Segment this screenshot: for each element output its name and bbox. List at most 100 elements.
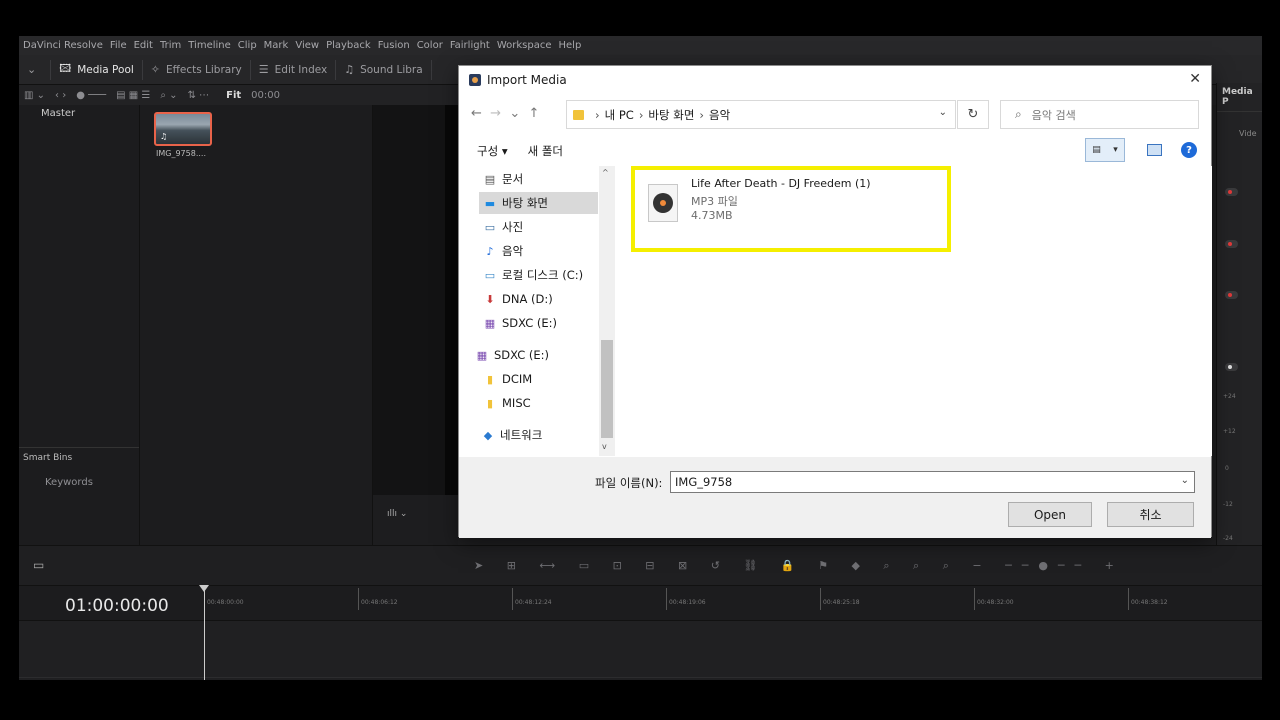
- edit-index-button[interactable]: ☰ Edit Index: [251, 59, 337, 80]
- nav-item-music[interactable]: ♪ 음악: [483, 240, 603, 262]
- music-note-icon: ♫: [160, 132, 168, 141]
- thumb-size-slider[interactable]: ● ───: [76, 90, 106, 101]
- inspector-title: Media P: [1217, 83, 1262, 112]
- recent-dropdown-icon[interactable]: ⌄: [505, 106, 520, 121]
- scroll-down-icon[interactable]: v: [602, 442, 607, 451]
- menu-help[interactable]: Help: [559, 40, 582, 51]
- search-input[interactable]: ⌕ 음악 검색: [1000, 100, 1199, 129]
- keywords-bin[interactable]: Keywords: [23, 477, 135, 488]
- menu-playback[interactable]: Playback: [326, 40, 371, 51]
- nav-item-sdxc[interactable]: ▦ SDXC (E:): [483, 312, 603, 334]
- organize-button[interactable]: 구성 ▾: [477, 143, 508, 159]
- eq-scale-mid1: +12: [1223, 428, 1236, 435]
- playhead[interactable]: [199, 585, 209, 680]
- eq-scale-top: +24: [1223, 393, 1236, 400]
- up-arrow-icon[interactable]: ↑: [524, 106, 540, 121]
- cancel-button[interactable]: 취소: [1107, 502, 1194, 527]
- eq-scale-bottom: -24: [1223, 535, 1233, 542]
- nav-item-network[interactable]: ◆ 네트워크: [481, 424, 601, 446]
- help-icon[interactable]: ?: [1181, 142, 1197, 158]
- scroll-up-icon[interactable]: ^: [602, 168, 609, 177]
- view-options-button[interactable]: ▤ ▾: [1085, 138, 1125, 162]
- filename-input[interactable]: IMG_9758 ⌄: [670, 471, 1195, 493]
- menu-fairlight[interactable]: Fairlight: [450, 40, 490, 51]
- menu-edit[interactable]: Edit: [134, 40, 153, 51]
- search-icon[interactable]: ⌕ ⌄: [160, 90, 177, 101]
- menu-workspace[interactable]: Workspace: [497, 40, 552, 51]
- viewer-controls: ıllı ⌄: [373, 495, 458, 545]
- chevron-down-icon[interactable]: ⌄: [939, 107, 947, 118]
- folder-icon: ▮: [486, 396, 494, 410]
- nav-item-pictures[interactable]: ▭ 사진: [483, 216, 603, 238]
- nav-item-local-disk[interactable]: ▭ 로컬 디스크 (C:): [483, 264, 603, 286]
- preview-pane-button[interactable]: [1147, 144, 1162, 156]
- menu-clip[interactable]: Clip: [238, 40, 257, 51]
- nav-label: 네트워크: [500, 428, 543, 442]
- viewer-timecode: 00:00: [251, 89, 280, 101]
- menu-file[interactable]: File: [110, 40, 127, 51]
- file-name: Life After Death - DJ Freedem (1): [691, 177, 871, 190]
- back-arrow-icon[interactable]: ←: [471, 106, 482, 121]
- menu-trim[interactable]: Trim: [160, 40, 181, 51]
- menu-color[interactable]: Color: [417, 40, 443, 51]
- audio-waveform-icon[interactable]: ıllı ⌄: [387, 509, 407, 519]
- media-pool-icon: 🖾: [59, 62, 72, 75]
- forward-arrow-icon[interactable]: →: [486, 106, 501, 121]
- effects-library-button[interactable]: ✧ Effects Library: [143, 59, 251, 80]
- breadcrumb-music[interactable]: 음악: [709, 107, 730, 123]
- breadcrumb-this-pc[interactable]: 내 PC: [605, 107, 634, 123]
- document-icon: ▤: [484, 172, 496, 186]
- ruler-tick: 00:48:19:06: [666, 588, 706, 610]
- nav-item-sdxc-root[interactable]: ▦ SDXC (E:): [475, 344, 595, 366]
- list-view-icon[interactable]: ▤ ▦ ☰: [116, 90, 150, 101]
- desktop-icon: ▬: [484, 196, 496, 210]
- menu-view[interactable]: View: [295, 40, 319, 51]
- timeline-toolbar: ▭ ➤ ⊞ ⟷ ▭ ⊡ ⊟ ⊠ ↺ ⛓ 🔒 ⚑ ◆ ⌕ ⌕ ⌕ − ──●── …: [19, 545, 1262, 585]
- open-button[interactable]: Open: [1008, 502, 1092, 527]
- nav-item-documents[interactable]: ▤ 문서: [483, 168, 603, 190]
- file-item-mp3[interactable]: Life After Death - DJ Freedem (1) MP3 파일…: [631, 166, 951, 252]
- timeline-track[interactable]: [19, 620, 1262, 678]
- chevron-down-icon[interactable]: ⌄: [1181, 475, 1189, 486]
- edit-tools[interactable]: ➤ ⊞ ⟷ ▭ ⊡ ⊟ ⊠ ↺ ⛓ 🔒 ⚑ ◆ ⌕ ⌕ ⌕ − ──●── +: [474, 559, 1124, 573]
- sound-library-button[interactable]: ♫ Sound Libra: [336, 59, 432, 80]
- sort-icon[interactable]: ⇅ ⋯: [188, 90, 210, 101]
- filename-value: IMG_9758: [675, 475, 733, 489]
- fit-dropdown[interactable]: Fit: [226, 90, 241, 101]
- nav-label: DCIM: [502, 372, 533, 386]
- menu-fusion[interactable]: Fusion: [378, 40, 410, 51]
- bin-master[interactable]: Master: [19, 105, 139, 122]
- menu-mark[interactable]: Mark: [264, 40, 289, 51]
- nav-item-desktop[interactable]: ▬ 바탕 화면: [479, 192, 598, 214]
- scrollbar-thumb[interactable]: [601, 340, 613, 438]
- file-list: Life After Death - DJ Freedem (1) MP3 파일…: [616, 166, 1212, 456]
- toggle-2[interactable]: [1225, 240, 1238, 248]
- menu-davinci[interactable]: DaVinci Resolve: [23, 40, 103, 51]
- timeline-view-icon[interactable]: ▭: [33, 558, 44, 572]
- new-folder-button[interactable]: 새 폴더: [528, 143, 563, 159]
- filename-label: 파일 이름(N):: [595, 476, 663, 490]
- address-bar[interactable]: › 내 PC › 바탕 화면 › 음악 ⌄: [566, 100, 956, 129]
- back-icon[interactable]: ‹ ›: [55, 90, 66, 101]
- nav-item-dna[interactable]: ⬇ DNA (D:): [483, 288, 603, 310]
- ruler-tick: 00:48:38:12: [1128, 588, 1168, 610]
- source-viewer: ıllı ⌄: [373, 105, 458, 545]
- layout-icon[interactable]: ▥ ⌄: [24, 90, 45, 101]
- breadcrumb-desktop[interactable]: 바탕 화면: [648, 107, 694, 123]
- nav-item-misc[interactable]: ▮ MISC: [483, 392, 603, 414]
- clip-thumbnail[interactable]: ♫: [154, 112, 212, 146]
- toggle-3[interactable]: [1225, 291, 1238, 299]
- network-icon: ◆: [483, 428, 493, 442]
- menu-bar: DaVinci Resolve File Edit Trim Timeline …: [19, 36, 1262, 55]
- toggle-4[interactable]: [1225, 363, 1238, 371]
- menu-timeline[interactable]: Timeline: [188, 40, 231, 51]
- media-pool-button[interactable]: 🖾 Media Pool: [51, 59, 143, 80]
- panel-toggle-button[interactable]: ⌄: [19, 59, 52, 80]
- nav-scrollbar[interactable]: ^ v: [599, 166, 615, 456]
- nav-item-dcim[interactable]: ▮ DCIM: [483, 368, 603, 390]
- toggle-1[interactable]: [1225, 188, 1238, 196]
- refresh-icon: ↻: [967, 107, 979, 122]
- close-icon[interactable]: ✕: [1189, 71, 1201, 87]
- refresh-button[interactable]: ↻: [957, 100, 989, 129]
- ruler-tick: 00:48:06:12: [358, 588, 398, 610]
